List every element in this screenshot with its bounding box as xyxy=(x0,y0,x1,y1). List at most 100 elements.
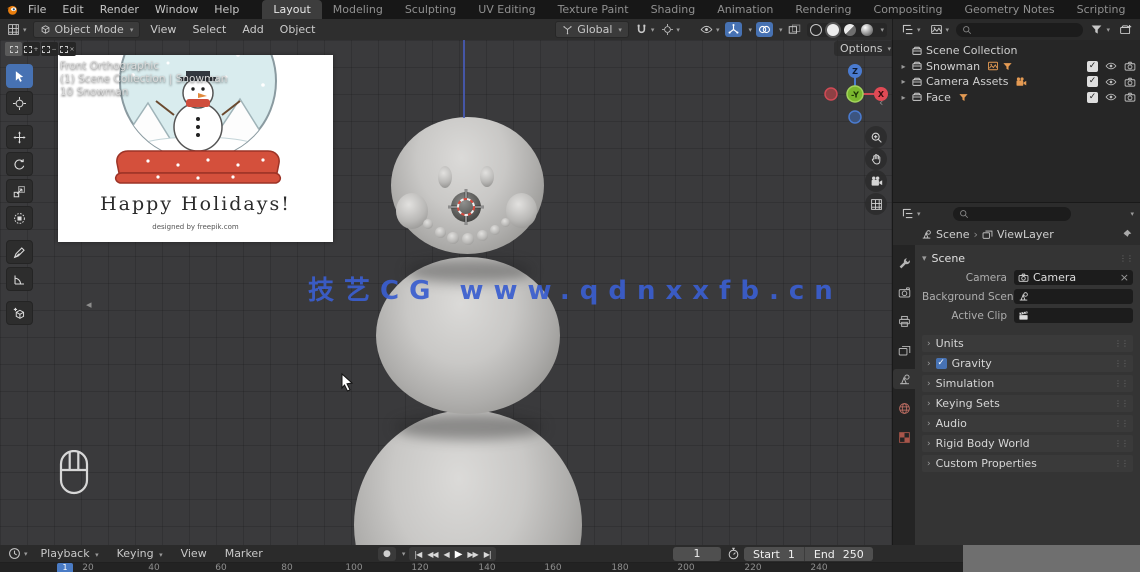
camera-field[interactable]: Camera × xyxy=(1014,270,1133,285)
tool-measure[interactable] xyxy=(6,267,33,291)
cursor-3d[interactable] xyxy=(448,189,484,225)
start-frame-field[interactable]: Start 1 xyxy=(744,548,804,561)
tab-sculpting[interactable]: Sculpting xyxy=(394,0,467,19)
panel-grip-icon[interactable]: ⋮⋮ xyxy=(1114,339,1129,348)
tool-cursor[interactable] xyxy=(6,91,33,115)
panel-grip-icon[interactable]: ⋮⋮ xyxy=(1119,254,1134,263)
mouth-dot[interactable] xyxy=(435,227,446,238)
menu-object[interactable]: Object xyxy=(274,21,322,38)
end-frame-field[interactable]: End 250 xyxy=(805,548,873,561)
tab-texture-paint[interactable]: Texture Paint xyxy=(547,0,640,19)
tab-view-layer[interactable] xyxy=(893,340,915,360)
shading-solid-button[interactable] xyxy=(827,23,840,36)
panel-keying-sets[interactable]: › Keying Sets ⋮⋮ xyxy=(922,395,1133,412)
editor-type-button[interactable]: ▾ xyxy=(5,22,29,37)
playhead[interactable]: 1 xyxy=(57,563,73,572)
gravity-checkbox[interactable]: ✓ xyxy=(935,358,947,369)
gizmo-neg-x-axis[interactable] xyxy=(824,87,838,101)
mouth-dot[interactable] xyxy=(501,218,510,227)
checkbox-enable[interactable]: ✓ xyxy=(1087,76,1098,88)
menu-keying[interactable]: Keying ▾ xyxy=(110,546,170,561)
panel-audio[interactable]: › Audio ⋮⋮ xyxy=(922,415,1133,432)
prev-keyframe-button[interactable]: ◀◀ xyxy=(427,550,438,559)
menu-select[interactable]: Select xyxy=(186,21,232,38)
add-workspace-button[interactable]: + xyxy=(1137,0,1140,19)
tab-compositing[interactable]: Compositing xyxy=(863,0,954,19)
mouth-dot[interactable] xyxy=(423,219,433,229)
jump-to-start-button[interactable]: |◀ xyxy=(414,550,422,559)
pin-icon[interactable] xyxy=(1121,229,1132,240)
scene-panel-header[interactable]: ▾ Scene ⋮⋮ xyxy=(922,250,1134,267)
outliner-search-input[interactable] xyxy=(956,22,1084,37)
menu-help[interactable]: Help xyxy=(207,1,246,18)
outliner-editor-type-button[interactable]: ▾ xyxy=(899,22,923,37)
active-clip-field[interactable] xyxy=(1014,308,1133,323)
tool-select-box[interactable] xyxy=(6,64,33,88)
show-overlays-toggle[interactable] xyxy=(755,22,773,37)
tool-annotate[interactable] xyxy=(6,240,33,264)
outliner-row-face[interactable]: ▸ Face ✓ xyxy=(899,90,1136,106)
menu-view[interactable]: View xyxy=(144,21,182,38)
shading-rendered-button[interactable] xyxy=(861,23,874,36)
pan-button[interactable] xyxy=(865,148,887,170)
tab-rendering[interactable]: Rendering xyxy=(784,0,862,19)
gizmo-neg-z-axis[interactable] xyxy=(848,110,862,124)
tool-scale[interactable] xyxy=(6,179,33,203)
shading-material-button[interactable] xyxy=(844,23,857,36)
tab-shading[interactable]: Shading xyxy=(640,0,707,19)
snowman-left-eye[interactable] xyxy=(438,166,452,188)
jump-to-end-button[interactable]: ▶| xyxy=(484,550,492,559)
new-collection-button[interactable] xyxy=(1117,22,1134,37)
tool-transform[interactable] xyxy=(6,206,33,230)
render-visibility-toggle[interactable] xyxy=(1124,76,1136,88)
current-frame-field[interactable]: 1 xyxy=(673,547,721,561)
hide-eye-toggle[interactable] xyxy=(1105,76,1117,88)
properties-editor-type-button[interactable]: ▾ xyxy=(899,206,923,221)
render-visibility-toggle[interactable] xyxy=(1124,91,1136,103)
checkbox-enable[interactable]: ✓ xyxy=(1087,60,1098,72)
timeline-ruler[interactable]: 20 40 60 80 100 120 140 160 180 200 220 … xyxy=(0,563,963,572)
panel-rigid-body-world[interactable]: › Rigid Body World ⋮⋮ xyxy=(922,435,1133,452)
outliner-row-camera-assets[interactable]: ▸ Camera Assets ✓ xyxy=(899,74,1136,90)
zoom-button[interactable] xyxy=(865,126,887,148)
hide-eye-toggle[interactable] xyxy=(1105,60,1117,72)
tab-animation[interactable]: Animation xyxy=(706,0,784,19)
tool-move[interactable] xyxy=(6,125,33,149)
xray-toggle[interactable] xyxy=(786,22,803,37)
select-mode-extend[interactable]: + xyxy=(23,42,40,56)
shading-wireframe-button[interactable] xyxy=(810,23,823,36)
object-visibility-button[interactable]: ▾ xyxy=(698,22,722,37)
transform-orientation-selector[interactable]: Global ▾ xyxy=(555,21,629,38)
menu-view-timeline[interactable]: View xyxy=(174,546,214,561)
snowman-bottom-sphere[interactable] xyxy=(354,410,582,545)
mouth-dot[interactable] xyxy=(462,233,474,245)
options-dropdown[interactable]: Options ▾ xyxy=(834,41,892,56)
orthographic-toggle-button[interactable] xyxy=(865,193,887,215)
camera-view-button[interactable] xyxy=(865,170,887,192)
outliner-row-snowman[interactable]: ▸ Snowman ✓ xyxy=(899,59,1136,75)
panel-grip-icon[interactable]: ⋮⋮ xyxy=(1114,419,1129,428)
mouth-dot[interactable] xyxy=(477,230,488,241)
tab-uv-editing[interactable]: UV Editing xyxy=(467,0,546,19)
snowman-right-cheek[interactable] xyxy=(506,193,537,228)
tab-output[interactable] xyxy=(893,311,915,331)
timeline-editor-type-button[interactable]: ▾ xyxy=(6,546,30,561)
tab-texture[interactable] xyxy=(893,427,915,447)
tab-scene[interactable] xyxy=(893,369,915,389)
panel-custom-properties[interactable]: › Custom Properties ⋮⋮ xyxy=(922,455,1133,472)
hide-eye-toggle[interactable] xyxy=(1105,91,1117,103)
tab-render[interactable] xyxy=(893,282,915,302)
panel-grip-icon[interactable]: ⋮⋮ xyxy=(1114,399,1129,408)
play-button[interactable]: ▶ xyxy=(455,549,463,560)
next-keyframe-button[interactable]: ▶▶ xyxy=(467,550,478,559)
menu-file[interactable]: File xyxy=(21,1,53,18)
clear-camera-icon[interactable]: × xyxy=(1120,271,1129,284)
auto-key-button[interactable]: ● xyxy=(378,547,396,561)
select-mode-subtract[interactable]: − xyxy=(41,42,58,56)
panel-units[interactable]: › Units ⋮⋮ xyxy=(922,335,1133,352)
panel-grip-icon[interactable]: ⋮⋮ xyxy=(1114,439,1129,448)
select-mode-intersect[interactable]: × xyxy=(59,42,76,56)
tab-layout[interactable]: Layout xyxy=(262,0,322,19)
panel-grip-icon[interactable]: ⋮⋮ xyxy=(1114,359,1129,368)
tool-add-cube[interactable] xyxy=(6,301,33,325)
